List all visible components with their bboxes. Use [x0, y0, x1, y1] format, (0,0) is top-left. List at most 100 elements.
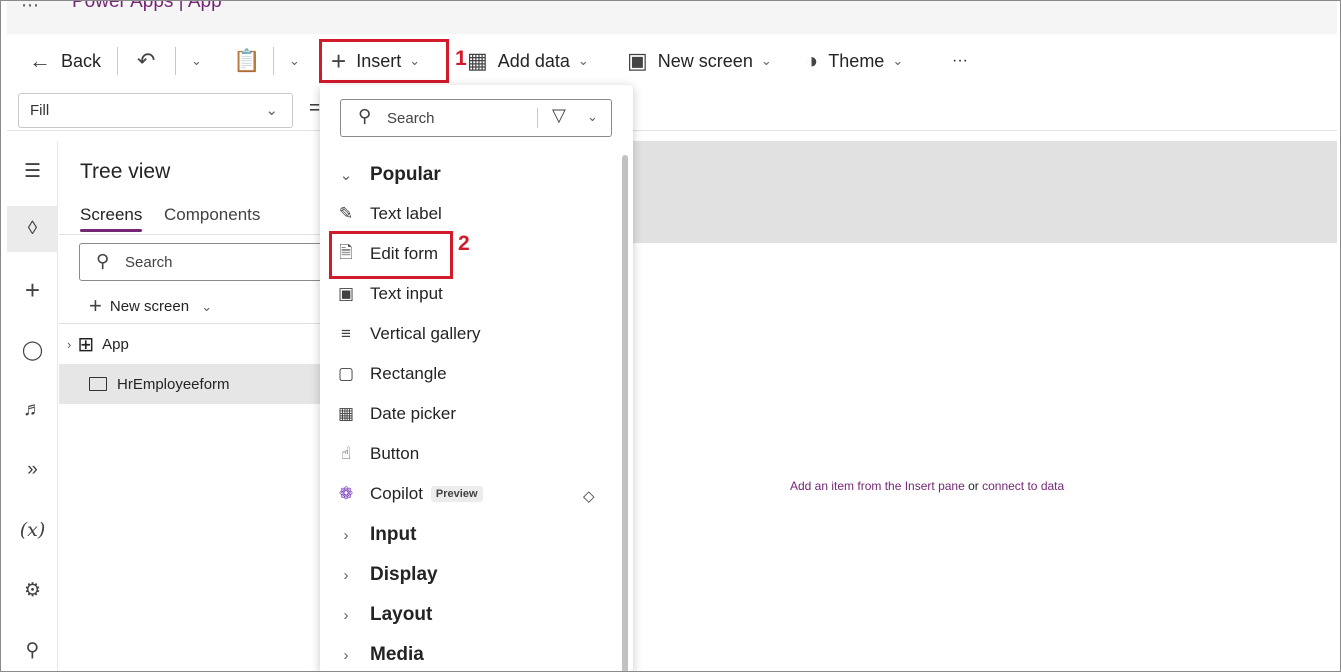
power-automate-icon[interactable]: » [7, 447, 58, 493]
palette-icon: ◑ [805, 48, 819, 73]
preview-badge: Preview [430, 486, 483, 502]
undo-button[interactable]: ↶ [137, 44, 165, 78]
menu-item-label: Vertical gallery [370, 324, 481, 343]
left-rail: ☰ ◊ + ◯ ♬ » (x) ⚙ ⚲ [7, 141, 58, 671]
calendar-icon: ▦ [337, 404, 355, 423]
divider [537, 108, 538, 128]
menu-item-button[interactable]: ☝ Button [334, 437, 419, 471]
filter-icon[interactable]: ▽ [552, 105, 566, 126]
menu-item-label: Text label [370, 204, 442, 223]
edit-label-icon: ✎ [338, 204, 354, 223]
tree-node-label: HrEmployeeform [117, 375, 230, 393]
tree-new-screen-label: New screen [109, 298, 190, 315]
copilot-icon: ❁ [338, 484, 354, 503]
menu-item-date-picker[interactable]: ▦ Date picker [334, 397, 456, 431]
category-popular[interactable]: ⌄ Popular [334, 158, 441, 192]
insert-search-placeholder: Search [387, 110, 435, 127]
arrow-left-icon: ← [29, 48, 51, 73]
app-icon: ⊞ [77, 333, 95, 356]
variables-icon[interactable]: (x) [7, 507, 58, 553]
menu-item-label: Text input [370, 284, 443, 303]
highlight-insert [319, 39, 449, 83]
theme-button[interactable]: ◑ Theme ⌄ [805, 44, 903, 78]
text-input-icon: ▣ [337, 284, 355, 303]
button-click-icon: ☝ [340, 444, 352, 463]
command-bar: ← Back ↶ ⌄ 📋 ⌄ + Insert ⌄ 1 ▦ Add data ⌄ [7, 34, 1337, 89]
insert-rail-icon[interactable]: + [7, 267, 58, 313]
category-layout[interactable]: › Layout [334, 598, 433, 632]
chevron-down-icon[interactable]: ⌄ [587, 109, 598, 125]
divider [273, 47, 274, 75]
app-header: ⋯ Power Apps | App [7, 1, 1337, 34]
app-launcher-icon[interactable]: ⋯ [21, 1, 40, 16]
menu-item-vertical-gallery[interactable]: ≡ Vertical gallery [334, 317, 481, 351]
equals-sign: = [309, 98, 321, 119]
step-1-marker: 1 [455, 47, 467, 70]
chevron-down-icon: ⌄ [289, 53, 300, 68]
menu-item-text-input[interactable]: ▣ Text input [334, 277, 443, 311]
tree-search-input[interactable]: ⚲ Search [79, 243, 329, 281]
menu-item-label: Rectangle [370, 364, 447, 383]
rectangle-icon: ▢ [337, 364, 355, 383]
menu-item-text-label[interactable]: ✎ Text label [334, 197, 442, 231]
chevron-down-icon: ⌄ [892, 53, 904, 68]
new-screen-button[interactable]: ▣ New screen ⌄ [627, 44, 772, 78]
chevron-down-icon: ⌄ [201, 299, 213, 314]
search-icon[interactable]: ⚲ [7, 627, 58, 671]
menu-item-rectangle[interactable]: ▢ Rectangle [334, 357, 447, 391]
new-screen-label: New screen [657, 50, 753, 71]
property-dropdown[interactable]: Fill ⌄ [18, 93, 293, 128]
category-label: Popular [370, 164, 441, 185]
divider [59, 234, 321, 235]
category-display[interactable]: › Display [334, 558, 438, 592]
premium-diamond-icon: ◇ [583, 488, 595, 505]
chevron-down-icon: ⌄ [339, 167, 353, 184]
tree-search-placeholder: Search [125, 254, 173, 271]
paste-dropdown[interactable]: ⌄ [281, 44, 300, 78]
chevron-right-icon: › [343, 526, 349, 544]
layers-icon[interactable]: ◊ [7, 206, 58, 252]
connect-data-link[interactable]: connect to data [982, 479, 1064, 493]
insert-search-input[interactable]: ⚲ Search ▽ ⌄ [340, 99, 612, 137]
divider [175, 47, 176, 75]
tree-node-screen[interactable]: HrEmployeeform [59, 364, 321, 404]
category-input[interactable]: › Input [334, 518, 417, 552]
insert-pane-link[interactable]: Add an item from the Insert pane [790, 479, 965, 493]
formula-bar: Fill ⌄ = [7, 89, 1337, 131]
paste-button[interactable]: 📋 [233, 44, 270, 78]
category-label: Display [370, 564, 438, 585]
canvas-hint: Add an item from the Insert pane or conn… [790, 479, 1064, 493]
category-media[interactable]: › Media [334, 638, 424, 671]
plus-icon: + [89, 293, 102, 318]
menu-item-label: Button [370, 444, 420, 463]
category-label: Layout [370, 604, 433, 625]
tree-node-app[interactable]: › ⊞ App [59, 324, 321, 364]
database-icon[interactable]: ◯ [7, 327, 58, 373]
tab-screens[interactable]: Screens [80, 205, 143, 232]
tab-components[interactable]: Components [164, 205, 260, 225]
back-button[interactable]: ← Back [29, 44, 101, 78]
chevron-right-icon: › [343, 606, 349, 624]
chevron-down-icon: ⌄ [191, 53, 202, 68]
divider [117, 47, 118, 75]
tree-view-title: Tree view [80, 160, 171, 183]
screen-icon [89, 377, 107, 391]
scrollbar[interactable] [622, 155, 628, 671]
highlight-edit-form [329, 231, 453, 279]
tree-new-screen-button[interactable]: + New screen ⌄ [89, 293, 212, 319]
search-icon: ⚲ [358, 106, 372, 126]
tools-icon[interactable]: ⚙ [7, 567, 58, 613]
add-data-button[interactable]: ▦ Add data ⌄ [467, 44, 589, 78]
back-label: Back [61, 50, 102, 71]
more-button[interactable]: ··· [952, 44, 968, 78]
chevron-right-icon: › [343, 646, 349, 664]
menu-item-copilot[interactable]: ❁ Copilot Preview [334, 477, 483, 511]
add-data-label: Add data [497, 50, 570, 71]
chevron-right-icon: › [343, 566, 349, 584]
menu-icon[interactable]: ☰ [7, 148, 58, 194]
media-icon[interactable]: ♬ [7, 387, 58, 433]
undo-dropdown[interactable]: ⌄ [183, 44, 202, 78]
menu-item-label: Date picker [370, 404, 456, 423]
screen-add-icon: ▣ [627, 48, 648, 73]
category-label: Input [370, 524, 417, 545]
